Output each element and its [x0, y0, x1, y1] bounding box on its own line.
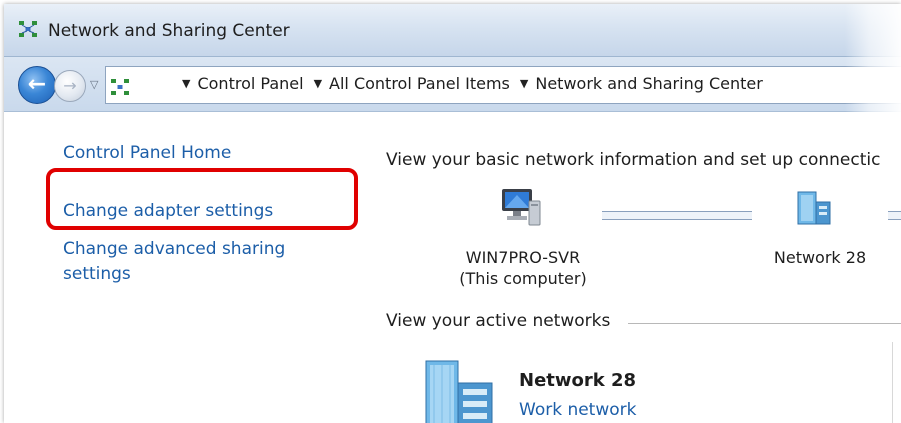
active-network-icon: [425, 360, 493, 423]
dropdown-arrow-icon[interactable]: ▽: [90, 78, 98, 91]
title-bar: Network and Sharing Center: [4, 4, 901, 57]
highlight-box: [46, 168, 358, 230]
active-network-name: Network 28: [519, 370, 637, 391]
page-headline: View your basic network information and …: [386, 150, 881, 170]
address-bar: ← → ▽ ▼ Control Panel ▼ All Control Pane…: [4, 57, 901, 112]
panel-divider: [892, 342, 893, 423]
network-map-label: Network 28: [773, 248, 867, 267]
active-networks-title: View your active networks: [386, 311, 610, 331]
computer-name: WIN7PRO-SVR (This computer): [448, 248, 598, 288]
network-icon: [19, 21, 37, 37]
fade-edge: [845, 4, 901, 134]
breadcrumb-item-control-panel[interactable]: Control Panel: [197, 74, 303, 93]
computer-name-label: WIN7PRO-SVR: [465, 248, 581, 267]
network-type-link[interactable]: Work network: [519, 400, 637, 420]
breadcrumb-item-all-items[interactable]: All Control Panel Items: [329, 74, 510, 93]
back-arrow-icon[interactable]: ←: [18, 66, 56, 104]
computer-icon[interactable]: [499, 187, 543, 227]
chevron-down-icon[interactable]: ▼: [314, 77, 322, 90]
section-divider: [628, 323, 901, 324]
computer-subtitle: (This computer): [459, 269, 587, 288]
main-content: View your basic network information and …: [378, 112, 901, 423]
internet-connection-line: [888, 211, 901, 220]
window-title: Network and Sharing Center: [48, 21, 290, 41]
breadcrumb: ▼ Control Panel ▼ All Control Panel Item…: [182, 74, 763, 93]
control-panel-icon: [111, 79, 129, 95]
change-advanced-sharing-link[interactable]: Change advanced sharing settings: [63, 237, 285, 287]
control-panel-home-link[interactable]: Control Panel Home: [63, 141, 231, 166]
network-building-icon[interactable]: [794, 188, 834, 228]
breadcrumb-item-network-center[interactable]: Network and Sharing Center: [535, 74, 762, 93]
forward-arrow-icon[interactable]: →: [54, 70, 86, 102]
connection-line: [602, 211, 752, 220]
chevron-down-icon[interactable]: ▼: [520, 77, 528, 90]
chevron-down-icon[interactable]: ▼: [182, 77, 190, 90]
network-sharing-center-window: Network and Sharing Center ← → ▽ ▼ Contr…: [4, 4, 901, 423]
section-title-text: View your active networks: [386, 311, 611, 331]
sidebar: Control Panel Home Change adapter settin…: [4, 112, 374, 423]
